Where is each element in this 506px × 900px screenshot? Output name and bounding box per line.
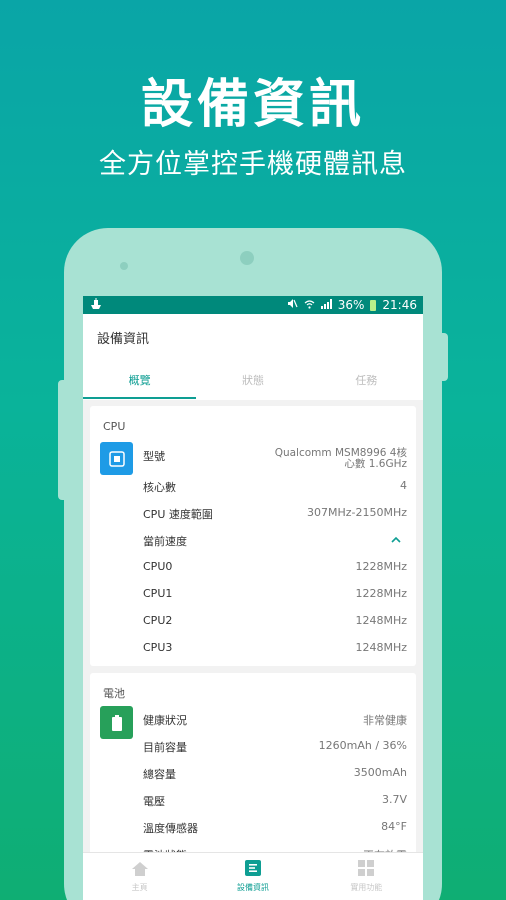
nav-home[interactable]: 主頁: [83, 853, 196, 900]
tab-tasks[interactable]: 任務: [310, 366, 423, 400]
signal-icon: [320, 298, 332, 312]
cpu2-row: CPU2 1248MHz: [143, 614, 407, 627]
cpu0-row: CPU0 1228MHz: [143, 560, 407, 573]
bottom-nav: 主頁 設備資訊 實用功能: [83, 852, 423, 900]
battery-health-value: 非常健康: [363, 714, 407, 727]
nav-tools[interactable]: 實用功能: [310, 853, 423, 900]
cpu-model-value: Qualcomm MSM8996 4核 心數 1.6GHz: [275, 448, 407, 470]
grid-icon: [358, 860, 375, 880]
battery-health-row: 健康狀況 非常健康: [143, 712, 407, 728]
cpu-icon: [100, 442, 133, 475]
battery-temp-value: 84°F: [381, 820, 407, 833]
cpu1-value: 1228MHz: [355, 587, 407, 600]
app-bar: 設備資訊 概覽 狀態 任務: [83, 314, 423, 400]
nav-home-label: 主頁: [131, 882, 148, 892]
cpu0-value: 1228MHz: [355, 560, 407, 573]
clock: 21:46: [382, 298, 417, 312]
cpu-model-row: 型號 Qualcomm MSM8996 4核 心數 1.6GHz: [143, 448, 407, 470]
headline: 設備資訊: [140, 75, 365, 135]
battery-percent: 36%: [337, 298, 365, 312]
wifi-icon: [304, 298, 315, 312]
battery-card-icon: [100, 706, 133, 739]
cpu-cores-value: 4: [400, 479, 407, 492]
cpu-cores-row: 核心數 4: [143, 479, 407, 495]
battery-total-row: 總容量 3500mAh: [143, 766, 407, 782]
battery-temp-label: 溫度傳感器: [143, 822, 198, 835]
cpu3-label: CPU3: [143, 641, 173, 654]
cpu-range-row: CPU 速度範圍 307MHz-2150MHz: [143, 506, 407, 522]
battery-current-row: 目前容量 1260mAh / 36%: [143, 739, 407, 755]
battery-icon: [370, 299, 377, 311]
battery-voltage-row: 電壓 3.7V: [143, 793, 407, 809]
tab-bar: 概覽 狀態 任務: [83, 366, 423, 400]
battery-card-title: 電池: [103, 687, 125, 700]
tab-status[interactable]: 狀態: [196, 366, 309, 400]
status-bar: 36% 21:46: [83, 296, 423, 314]
battery-total-value: 3500mAh: [353, 766, 407, 779]
battery-total-label: 總容量: [143, 768, 176, 781]
battery-current-value: 1260mAh / 36%: [318, 739, 407, 752]
cpu-model-label: 型號: [143, 450, 165, 463]
app-title: 設備資訊: [97, 332, 150, 347]
cpu3-row: CPU3 1248MHz: [143, 641, 407, 654]
cpu2-value: 1248MHz: [355, 614, 407, 627]
subline: 全方位掌控手機硬體訊息: [99, 149, 407, 180]
cpu3-value: 1248MHz: [355, 641, 407, 654]
cpu-cores-label: 核心數: [143, 481, 176, 494]
home-icon: [131, 861, 148, 880]
battery-voltage-label: 電壓: [143, 795, 165, 808]
cpu-current-speed-row[interactable]: 當前速度: [143, 533, 407, 549]
cpu1-row: CPU1 1228MHz: [143, 587, 407, 600]
cpu-range-value: 307MHz-2150MHz: [306, 506, 407, 519]
battery-temp-row: 溫度傳感器 84°F: [143, 820, 407, 836]
phone-sensor: [120, 262, 128, 270]
cpu-card-title: CPU: [103, 420, 126, 433]
phone-screen: 36% 21:46 設備資訊 概覽 狀態 任務 CPU 型號 Qualcomm …: [83, 296, 423, 900]
device-info-icon: [244, 860, 261, 880]
cpu-card: CPU 型號 Qualcomm MSM8996 4核 心數 1.6GHz 核心數…: [90, 406, 416, 666]
nav-device-info-label: 設備資訊: [236, 883, 269, 892]
battery-current-label: 目前容量: [143, 741, 187, 754]
cpu2-label: CPU2: [143, 614, 173, 627]
mute-icon: [287, 298, 298, 312]
cpu1-label: CPU1: [143, 587, 173, 600]
cpu-range-label: CPU 速度範圍: [143, 508, 213, 521]
nav-tools-label: 實用功能: [350, 883, 383, 892]
tab-overview[interactable]: 概覽: [83, 366, 197, 400]
phone-camera: [240, 251, 254, 265]
chevron-up-icon[interactable]: [391, 533, 401, 549]
cpu0-label: CPU0: [143, 560, 173, 573]
battery-card: 電池 健康狀況 非常健康 目前容量 1260mAh / 36% 總容量 3500…: [90, 673, 416, 873]
app-notification-icon: [89, 297, 103, 313]
cpu-current-speed-label: 當前速度: [143, 535, 187, 548]
nav-device-info[interactable]: 設備資訊: [196, 853, 309, 900]
battery-voltage-value: 3.7V: [381, 793, 407, 806]
battery-health-label: 健康狀況: [143, 714, 187, 727]
cpu-model-line2: 心數 1.6GHz: [344, 458, 407, 470]
